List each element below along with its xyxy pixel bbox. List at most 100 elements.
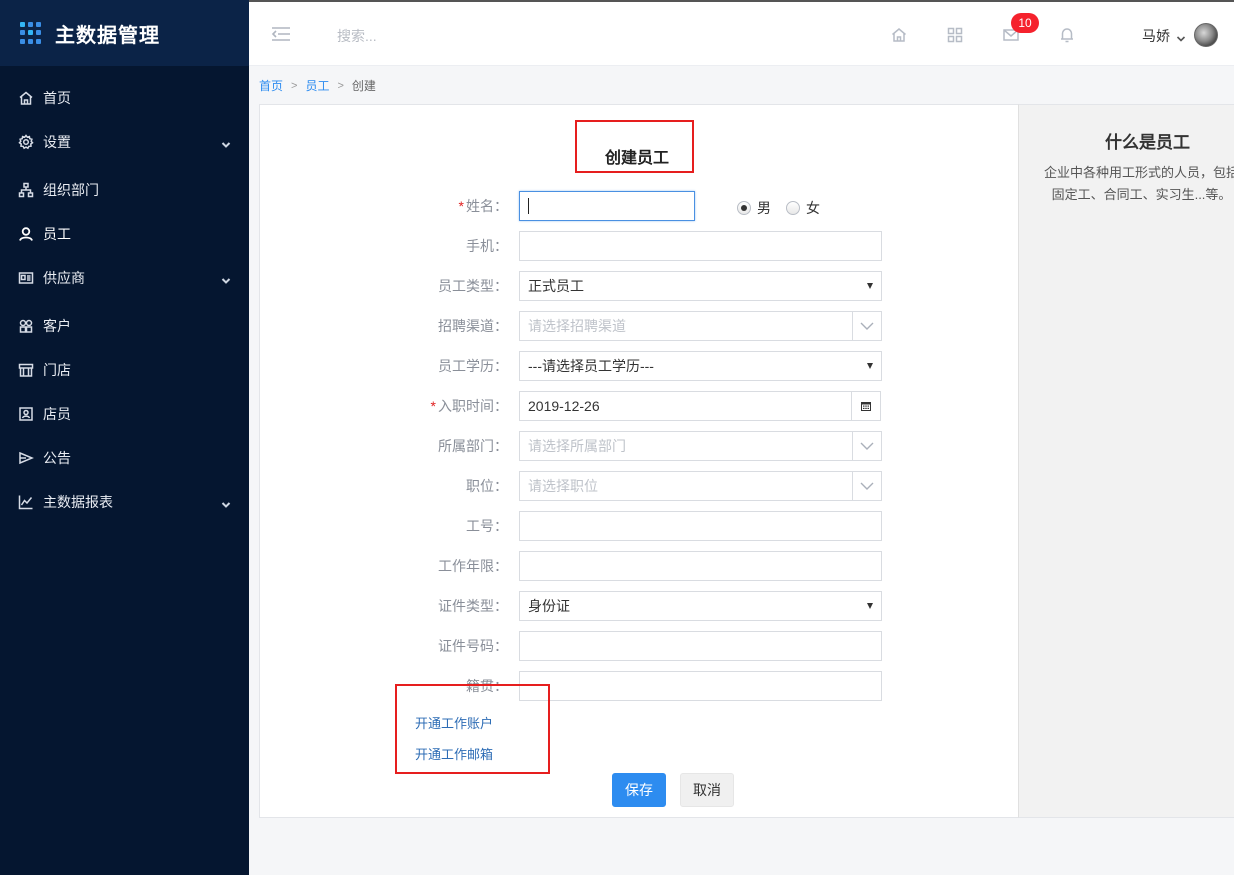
phone-row: 手机：: [400, 231, 884, 261]
chevron-down-icon[interactable]: [852, 472, 881, 500]
sidebar-item-announcement[interactable]: 公告: [0, 436, 249, 480]
gender-female-label: 女: [806, 200, 820, 216]
sidebar-item-label: 组织部门: [43, 182, 99, 198]
sidebar-item-report[interactable]: 主数据报表: [0, 480, 249, 524]
chevron-down-icon: [221, 497, 231, 508]
sidebar-item-label: 供应商: [43, 270, 85, 286]
sidebar-item-label: 主数据报表: [43, 494, 113, 510]
home-icon[interactable]: [890, 26, 908, 44]
employee-type-select[interactable]: 正式员工: [519, 271, 882, 301]
department-label: 所属部门：: [438, 438, 508, 454]
help-text: 企业中各种用工形式的人员，包括固定工、合同工、实习生...等。: [1043, 165, 1234, 202]
chevron-down-icon: [221, 137, 231, 148]
calendar-icon[interactable]: [851, 392, 880, 420]
work-years-input[interactable]: [519, 551, 882, 581]
gear-icon: [18, 134, 34, 150]
id-number-row: 证件号码：: [400, 631, 884, 661]
id-type-select[interactable]: 身份证: [519, 591, 882, 621]
sidebar-item-supplier[interactable]: 供应商: [0, 256, 249, 300]
employee-type-value: 正式员工: [528, 278, 584, 294]
app-grid-logo-icon: [20, 22, 42, 44]
store-icon: [18, 362, 34, 378]
education-select[interactable]: ---请选择员工学历---: [519, 351, 882, 381]
user-menu[interactable]: 马娇: [1142, 26, 1186, 46]
bell-icon[interactable]: [1058, 26, 1076, 44]
id-card-icon: [18, 270, 34, 286]
department-row: 所属部门： 请选择所属部门: [400, 431, 884, 461]
caret-down-icon: [867, 363, 873, 369]
sidebar-item-label: 公告: [43, 450, 71, 466]
brand[interactable]: 主数据管理: [0, 0, 249, 66]
sidebar-item-label: 门店: [43, 362, 71, 378]
required-mark: *: [458, 198, 464, 214]
save-button[interactable]: 保存: [612, 773, 666, 807]
text-cursor: [528, 198, 529, 214]
employee-type-row: 员工类型： 正式员工: [400, 271, 884, 301]
job-number-label: 工号：: [466, 518, 508, 534]
education-label: 员工学历：: [438, 358, 508, 374]
open-work-email-link[interactable]: 开通工作邮箱: [415, 744, 493, 763]
hire-date-input[interactable]: 2019-12-26: [519, 391, 881, 421]
id-number-input[interactable]: [519, 631, 882, 661]
home-icon: [18, 90, 34, 106]
recruit-channel-placeholder: 请选择招聘渠道: [528, 318, 626, 334]
hire-date-value: 2019-12-26: [528, 398, 600, 414]
help-title: 什么是员工: [1105, 133, 1190, 152]
sidebar-item-store[interactable]: 门店: [0, 348, 249, 392]
sidebar-item-customer[interactable]: 客户: [0, 304, 249, 348]
apps-grid-icon[interactable]: [946, 26, 964, 44]
clerk-icon: [18, 406, 34, 422]
id-number-label: 证件号码：: [438, 638, 508, 654]
breadcrumb-current: 创建: [351, 79, 376, 93]
native-place-input[interactable]: [519, 671, 882, 701]
phone-input[interactable]: [519, 231, 882, 261]
gender-male-radio[interactable]: 男: [737, 198, 771, 218]
id-type-row: 证件类型： 身份证: [400, 591, 884, 621]
line-chart-icon: [18, 494, 34, 510]
page-title: 创建员工: [605, 150, 670, 167]
top-header: 10 马娇: [249, 0, 1234, 66]
avatar[interactable]: [1194, 23, 1218, 47]
department-select[interactable]: 请选择所属部门: [519, 431, 882, 461]
hire-date-row: * 入职时间： 2019-12-26: [400, 391, 884, 421]
name-input[interactable]: [519, 191, 695, 221]
position-select[interactable]: 请选择职位: [519, 471, 882, 501]
name-label: 姓名：: [466, 198, 508, 214]
job-number-row: 工号：: [400, 511, 884, 541]
chevron-down-icon[interactable]: [852, 432, 881, 460]
breadcrumb-separator: >: [291, 79, 298, 92]
chevron-down-icon[interactable]: [852, 312, 881, 340]
help-panel: 什么是员工 企业中各种用工形式的人员，包括固定工、合同工、实习生...等。: [1018, 104, 1234, 818]
user-icon: [18, 226, 34, 242]
sidebar-menu: 首页 设置 组织部门 员工 供应商 客户 门店 店员 公告 主数据报表: [0, 66, 249, 524]
position-placeholder: 请选择职位: [528, 478, 598, 494]
sidebar-item-employee[interactable]: 员工: [0, 212, 249, 256]
breadcrumb: 首页 > 员工 > 创建: [259, 77, 376, 94]
work-years-label: 工作年限：: [438, 558, 508, 574]
cancel-button[interactable]: 取消: [680, 773, 734, 807]
sidebar-item-org[interactable]: 组织部门: [0, 168, 249, 212]
sidebar-item-label: 设置: [43, 134, 71, 150]
recruit-channel-row: 招聘渠道： 请选择招聘渠道: [400, 311, 884, 341]
sidebar-item-label: 店员: [43, 406, 71, 422]
breadcrumb-home-link[interactable]: 首页: [259, 77, 283, 94]
sidebar-item-label: 首页: [43, 90, 71, 106]
breadcrumb-employee-link[interactable]: 员工: [305, 77, 329, 94]
recruit-channel-select[interactable]: 请选择招聘渠道: [519, 311, 882, 341]
sidebar-item-label: 客户: [43, 318, 71, 334]
caret-down-icon: [867, 603, 873, 609]
sidebar: 主数据管理 首页 设置 组织部门 员工 供应商 客户 门店 店员 公告 主数据报…: [0, 0, 249, 875]
chevron-down-icon: [221, 273, 231, 284]
gender-female-radio[interactable]: 女: [786, 198, 820, 218]
recruit-channel-label: 招聘渠道：: [438, 318, 508, 334]
customer-icon: [18, 318, 34, 334]
sidebar-item-clerk[interactable]: 店员: [0, 392, 249, 436]
sidebar-toggle-icon[interactable]: [271, 26, 291, 42]
phone-label: 手机：: [466, 238, 508, 254]
mail-badge: 10: [1011, 13, 1039, 33]
sidebar-item-settings[interactable]: 设置: [0, 120, 249, 164]
open-work-account-link[interactable]: 开通工作账户: [415, 713, 493, 732]
search-input[interactable]: [337, 24, 557, 48]
job-number-input[interactable]: [519, 511, 882, 541]
sidebar-item-home[interactable]: 首页: [0, 76, 249, 120]
